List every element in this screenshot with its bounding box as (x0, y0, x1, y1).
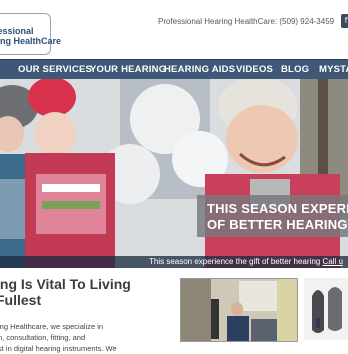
main-nav: OUR SERVICES YOUR HEARING HEARING AIDS V… (0, 59, 348, 80)
intro-paragraph: ing Healthcare, we specialize in n, cons… (0, 321, 178, 354)
hero-caption: This season experience the gift of bette… (149, 256, 343, 268)
office-illustration (181, 279, 297, 341)
hero-photo: THIS SEASON EXPERIENCE OF BETTER HEARING… (0, 79, 348, 268)
nav-hearing-aids[interactable]: HEARING AIDS (164, 60, 235, 79)
heading-line: ing Is Vital To Living (0, 276, 131, 292)
intro-line: n, consultation, fitting, and (0, 333, 86, 342)
logo-text: ofessional aring HealthCare re (0, 26, 62, 56)
logo-line: aring HealthCare (0, 36, 62, 46)
company-logo[interactable]: ofessional aring HealthCare re (0, 13, 62, 56)
hero-banner: THIS SEASON EXPERIENCE OF BETTER HEARING (197, 195, 348, 237)
banner-line-2: OF BETTER HEARING (207, 217, 348, 232)
hearing-aid-illustration (304, 278, 348, 340)
caption-call-link[interactable]: Call u (322, 257, 342, 266)
nav-our-services[interactable]: OUR SERVICES (18, 60, 92, 79)
site-header: ofessional aring HealthCare re Professio… (0, 0, 348, 59)
social-icon[interactable]: f (341, 14, 348, 28)
hero-illustration (0, 79, 348, 268)
caption-text: This season experience the gift of bette… (149, 257, 321, 266)
hero-caption-bar: This season experience the gift of bette… (0, 256, 348, 268)
page-heading: ing Is Vital To Living Fullest (0, 276, 176, 308)
heading-line: Fullest (0, 292, 42, 308)
nav-mystar[interactable]: MYSTAR (319, 60, 348, 79)
intro-line: st in digital hearing instruments. We (0, 344, 117, 353)
logo-line: re (0, 46, 49, 56)
header-phone: Professional Hearing HealthCare: (509) 9… (158, 17, 335, 26)
logo-line: ofessional (0, 26, 34, 36)
intro-line: ing Healthcare, we specialize in (0, 322, 104, 331)
office-photo[interactable] (180, 278, 298, 342)
banner-line-1: THIS SEASON EXPERIENCE (207, 201, 348, 216)
hearing-aid-photo[interactable] (304, 278, 348, 340)
nav-blog[interactable]: BLOG (281, 60, 309, 79)
nav-videos[interactable]: VIDEOS (236, 60, 273, 79)
nav-your-hearing[interactable]: YOUR HEARING (90, 60, 166, 79)
